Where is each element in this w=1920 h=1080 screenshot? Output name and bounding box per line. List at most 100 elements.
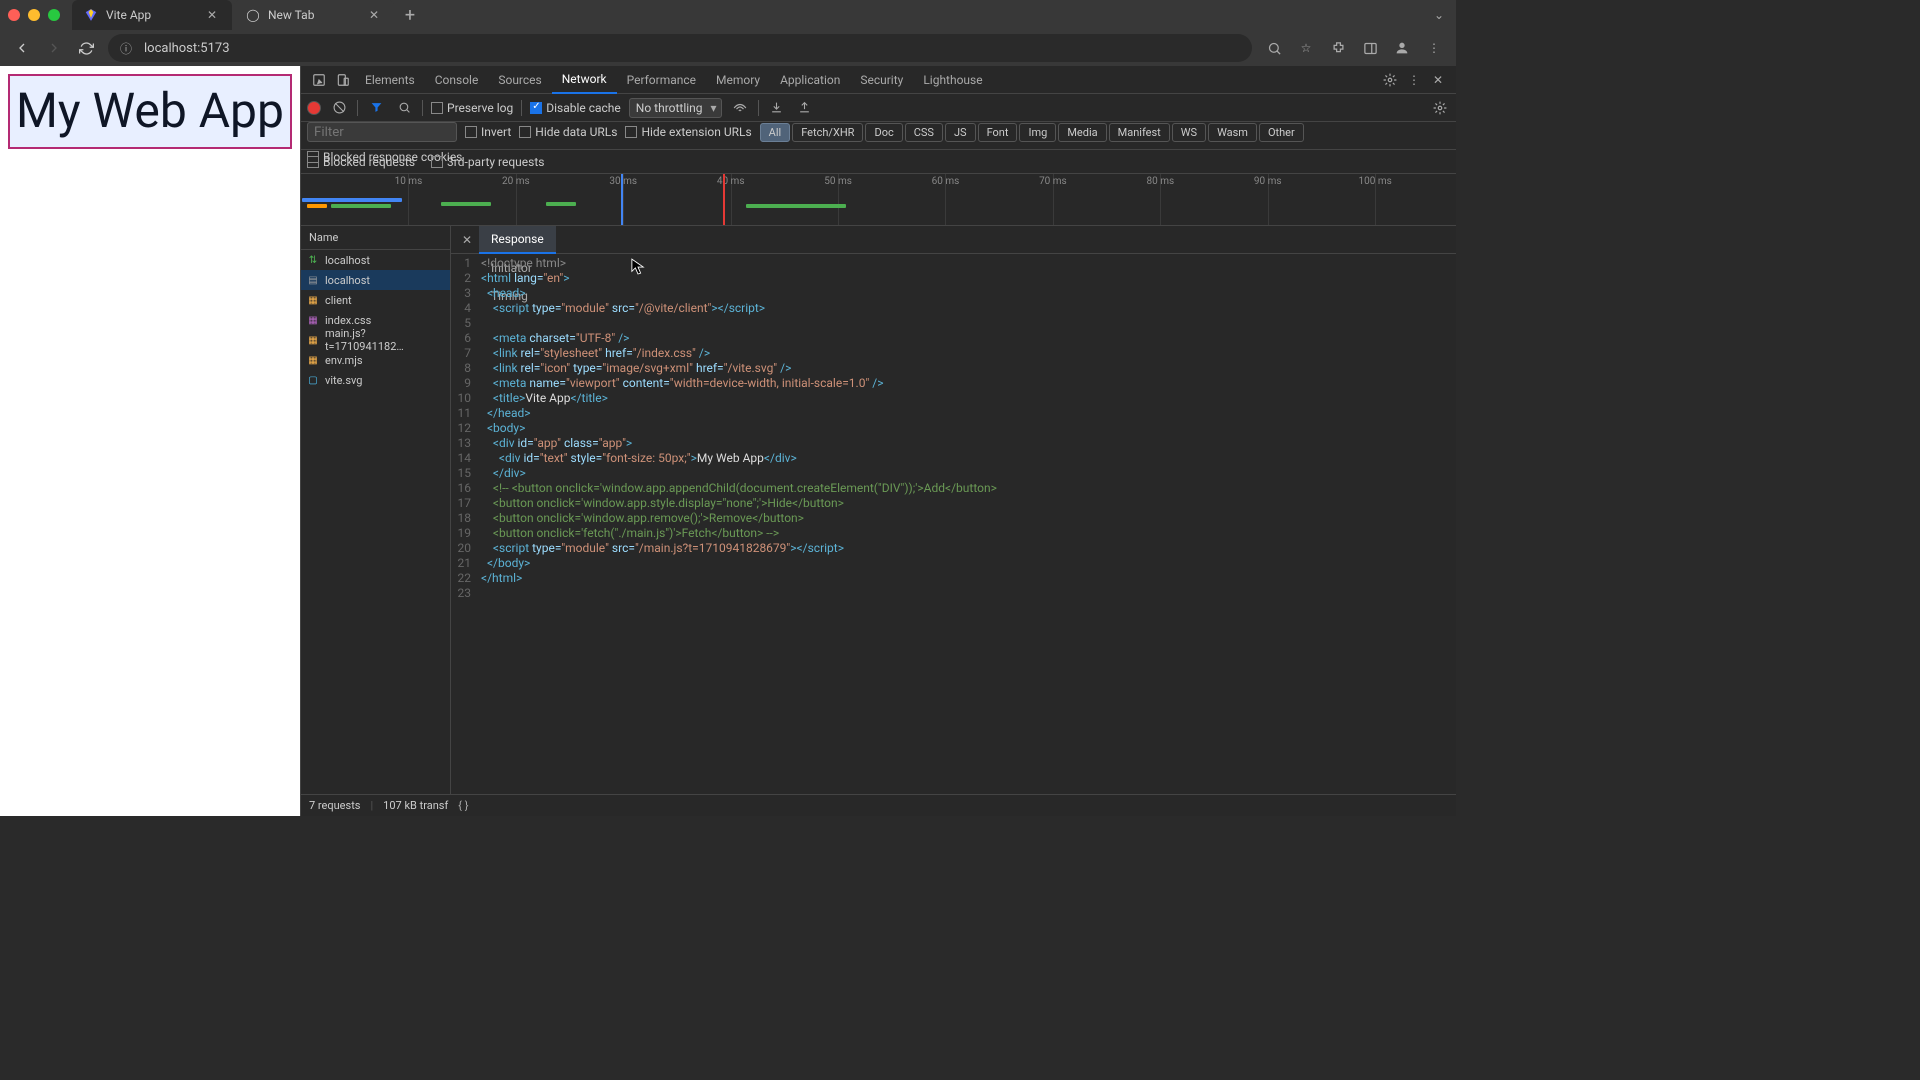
name-column-header[interactable]: Name (301, 226, 450, 250)
code-line: 22</html> (451, 571, 1456, 586)
network-timeline[interactable]: 10 ms20 ms30 ms40 ms50 ms60 ms70 ms80 ms… (301, 174, 1456, 226)
request-item[interactable]: ⇅localhost (301, 250, 450, 270)
code-line: 10 <title>Vite App</title> (451, 391, 1456, 406)
timeline-tick: 50 ms (824, 176, 852, 187)
record-button[interactable] (307, 101, 321, 115)
blocked-requests-checkbox[interactable]: Blocked requests (307, 155, 415, 169)
type-filter-css[interactable]: CSS (905, 123, 943, 142)
device-toolbar-icon[interactable] (331, 68, 355, 92)
type-filter-js[interactable]: JS (945, 123, 976, 142)
timeline-tick: 20 ms (502, 176, 530, 187)
profile-icon[interactable] (1388, 34, 1416, 62)
throttling-select[interactable]: No throttling (629, 98, 722, 118)
search-icon[interactable] (394, 98, 414, 118)
back-button[interactable] (8, 34, 36, 62)
type-filter-manifest[interactable]: Manifest (1109, 123, 1170, 142)
clear-icon[interactable] (329, 98, 349, 118)
browser-tab-active[interactable]: Vite App ✕ (72, 0, 232, 30)
forward-button[interactable] (40, 34, 68, 62)
minimize-window-button[interactable] (28, 9, 40, 21)
devtools-tab-lighthouse[interactable]: Lighthouse (913, 66, 992, 94)
browser-tab-inactive[interactable]: ◯ New Tab ✕ (234, 0, 394, 30)
close-tab-icon[interactable]: ✕ (366, 7, 382, 23)
close-devtools-icon[interactable]: ✕ (1426, 68, 1450, 92)
export-har-icon[interactable] (795, 98, 815, 118)
import-har-icon[interactable] (767, 98, 787, 118)
request-item[interactable]: ▤localhost (301, 270, 450, 290)
globe-icon: ◯ (246, 8, 260, 22)
close-window-button[interactable] (8, 9, 20, 21)
reload-button[interactable] (72, 34, 100, 62)
side-panel-icon[interactable] (1356, 34, 1384, 62)
devtools-tab-performance[interactable]: Performance (617, 66, 706, 94)
type-filter-other[interactable]: Other (1259, 123, 1304, 142)
devtools-tab-security[interactable]: Security (850, 66, 913, 94)
third-party-requests-checkbox[interactable]: 3rd-party requests (431, 155, 544, 169)
filter-row: Invert Hide data URLs Hide extension URL… (301, 122, 1456, 150)
request-detail-panel: ✕ HeadersPreviewResponseInitiatorTiming … (451, 226, 1456, 794)
menu-icon[interactable]: ⋮ (1420, 34, 1448, 62)
tab-title: Vite App (106, 8, 204, 22)
type-filter-ws[interactable]: WS (1172, 123, 1206, 142)
timeline-tick: 60 ms (932, 176, 960, 187)
type-filter-fetch-xhr[interactable]: Fetch/XHR (792, 123, 863, 142)
devtools-tab-application[interactable]: Application (770, 66, 850, 94)
request-item[interactable]: ▦client (301, 290, 450, 310)
devtools-tab-memory[interactable]: Memory (706, 66, 770, 94)
settings-icon[interactable] (1378, 68, 1402, 92)
timeline-tick: 30 ms (609, 176, 637, 187)
type-filter-wasm[interactable]: Wasm (1208, 123, 1257, 142)
filter-icon[interactable] (366, 98, 386, 118)
hide-data-urls-checkbox[interactable]: Hide data URLs (519, 125, 617, 139)
preserve-log-checkbox[interactable]: Preserve log (431, 101, 513, 115)
code-line: 12 <body> (451, 421, 1456, 436)
timeline-tick: 90 ms (1254, 176, 1282, 187)
zoom-icon[interactable] (1260, 34, 1288, 62)
detail-tab-response[interactable]: Response (479, 226, 556, 254)
extensions-icon[interactable] (1324, 34, 1352, 62)
code-line: 3 <head> (451, 286, 1456, 301)
tab-title: New Tab (268, 8, 366, 22)
request-item[interactable]: ▦env.mjs (301, 350, 450, 370)
type-filter-media[interactable]: Media (1058, 123, 1106, 142)
filter-input[interactable] (307, 122, 457, 142)
type-filter-all[interactable]: All (760, 123, 791, 142)
devtools-tab-sources[interactable]: Sources (488, 66, 551, 94)
code-line: 21 </body> (451, 556, 1456, 571)
new-tab-button[interactable]: + (396, 1, 424, 29)
maximize-window-button[interactable] (48, 9, 60, 21)
request-name: index.css (325, 314, 371, 327)
type-filter-font[interactable]: Font (978, 123, 1018, 142)
code-line: 23 (451, 586, 1456, 601)
code-line: 13 <div id="app" class="app"> (451, 436, 1456, 451)
hide-extension-urls-checkbox[interactable]: Hide extension URLs (625, 125, 751, 139)
devtools-tab-elements[interactable]: Elements (355, 66, 425, 94)
js-icon: ▦ (307, 294, 319, 306)
app-heading-highlighted[interactable]: My Web App (8, 74, 292, 149)
type-filter-img[interactable]: Img (1019, 123, 1056, 142)
close-tab-icon[interactable]: ✕ (204, 7, 220, 23)
more-icon[interactable]: ⋮ (1402, 68, 1426, 92)
transfer-size: 107 kB transf (383, 799, 448, 812)
devtools-tabbar: ElementsConsoleSourcesNetworkPerformance… (301, 66, 1456, 94)
disable-cache-checkbox[interactable]: Disable cache (530, 101, 621, 115)
url-text: localhost:5173 (144, 41, 230, 56)
response-code-view[interactable]: 1<!doctype html>2<html lang="en">3 <head… (451, 254, 1456, 794)
network-settings-icon[interactable] (1430, 98, 1450, 118)
bookmark-icon[interactable]: ☆ (1292, 34, 1320, 62)
network-conditions-icon[interactable] (730, 98, 750, 118)
type-filter-doc[interactable]: Doc (865, 123, 902, 142)
timeline-tick: 80 ms (1146, 176, 1174, 187)
site-info-icon[interactable]: ⓘ (120, 40, 136, 56)
request-item[interactable]: ▢vite.svg (301, 370, 450, 390)
close-detail-icon[interactable]: ✕ (455, 228, 479, 252)
format-icon[interactable]: { } (458, 799, 468, 812)
request-item[interactable]: ▦main.js?t=1710941182… (301, 330, 450, 350)
devtools-tab-network[interactable]: Network (552, 66, 617, 94)
timeline-tick: 100 ms (1359, 176, 1392, 187)
tab-list-chevron-icon[interactable]: ⌄ (1430, 4, 1448, 26)
url-input[interactable]: ⓘ localhost:5173 (108, 34, 1252, 62)
invert-checkbox[interactable]: Invert (465, 125, 511, 139)
devtools-tab-console[interactable]: Console (425, 66, 489, 94)
inspect-element-icon[interactable] (307, 68, 331, 92)
